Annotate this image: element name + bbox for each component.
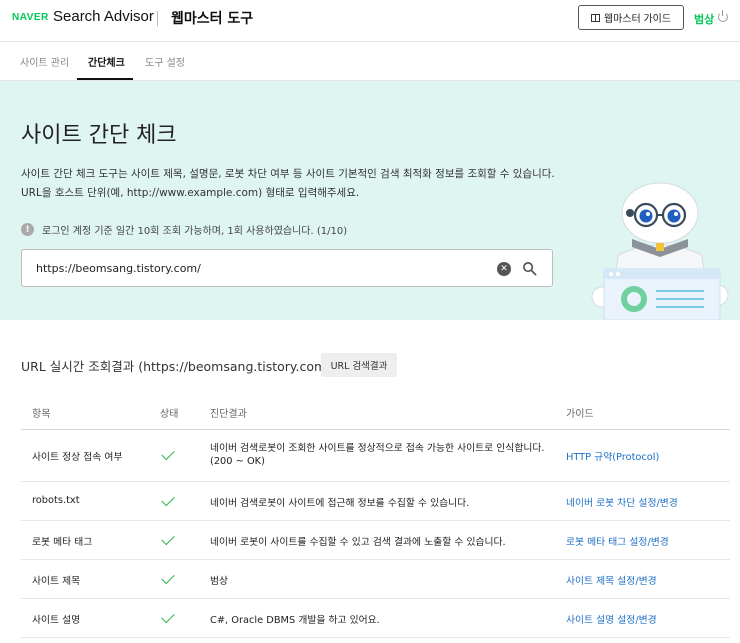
row-result-line-1: 네이버 검색로봇이 조회한 사이트를 정상적으로 접속 가능한 사이트로 인식합… xyxy=(210,443,545,454)
row-guide-link[interactable]: 사이트 제목 설정/변경 xyxy=(566,573,657,587)
table-row: 사이트 제목 범상 사이트 제목 설정/변경 xyxy=(21,560,730,599)
naver-logo[interactable]: NAVER xyxy=(12,12,49,23)
column-header-status: 상태 xyxy=(160,409,179,420)
main-tabs: 사이트 관리 간단체크 도구 설정 xyxy=(0,42,740,81)
page-title: 사이트 간단 체크 xyxy=(21,123,177,148)
table-row: 로봇 메타 태그 네이버 로봇이 사이트를 수집할 수 있고 검색 결과에 노출… xyxy=(21,521,730,560)
tab-tool-settings[interactable]: 도구 설정 xyxy=(145,54,185,69)
usage-notice-text: 로그인 계정 기준 일간 10회 조회 가능하며, 1회 사용하였습니다. (1… xyxy=(42,226,348,237)
column-header-item: 항목 xyxy=(32,409,51,420)
row-item: 로봇 메타 태그 xyxy=(32,537,93,548)
usage-notice: ! 로그인 계정 기준 일간 10회 조회 가능하며, 1회 사용하였습니다. … xyxy=(21,222,347,237)
webmaster-guide-button[interactable]: 웹마스터 가이드 xyxy=(578,5,684,30)
search-icon[interactable] xyxy=(522,261,537,276)
row-result-line-1: 범상 xyxy=(210,576,229,587)
logout-power-icon[interactable] xyxy=(718,10,728,22)
row-guide-link[interactable]: 사이트 설명 설정/변경 xyxy=(566,612,657,626)
row-guide-link[interactable]: 네이버 로봇 차단 설정/변경 xyxy=(566,495,678,509)
description-line-2: URL을 호스트 단위(예, http://www.example.com) 형… xyxy=(21,187,360,199)
row-item: 사이트 제목 xyxy=(32,576,81,587)
check-icon xyxy=(161,531,175,546)
url-input[interactable] xyxy=(36,259,476,277)
column-header-diagnosis: 진단결과 xyxy=(210,409,247,420)
active-tab-indicator xyxy=(77,78,133,80)
url-search-result-button[interactable]: URL 검색결과 xyxy=(321,353,397,377)
tab-simple-check[interactable]: 간단체크 xyxy=(88,54,125,69)
table-row: 사이트 설명 C#, Oracle DBMS 개발을 하고 있어요. 사이트 설… xyxy=(21,599,730,638)
info-icon: ! xyxy=(21,223,34,236)
row-result-line-1: C#, Oracle DBMS 개발을 하고 있어요. xyxy=(210,615,380,626)
webmaster-guide-label: 웹마스터 가이드 xyxy=(603,14,672,25)
row-item: 사이트 설명 xyxy=(32,615,81,626)
row-result-line-2: (200 ~ OK) xyxy=(210,456,265,467)
hero-section: 사이트 간단 체크 사이트 간단 체크 도구는 사이트 제목, 설명문, 로봇 … xyxy=(0,81,740,320)
brand-divider xyxy=(157,11,158,26)
table-row: 사이트 정상 접속 여부 네이버 검색로봇이 조회한 사이트를 정상적으로 접속… xyxy=(21,430,730,482)
table-row: robots.txt 네이버 검색로봇이 사이트에 접근해 정보를 수집할 수 … xyxy=(21,482,730,521)
row-item: 사이트 정상 접속 여부 xyxy=(32,452,123,463)
user-name[interactable]: 범상 xyxy=(694,11,714,27)
column-header-guide: 가이드 xyxy=(566,409,594,420)
check-icon xyxy=(161,609,175,624)
clear-icon[interactable]: ✕ xyxy=(497,262,511,276)
brand-subtitle[interactable]: 웹마스터 도구 xyxy=(171,8,253,28)
robot-illustration xyxy=(591,182,729,320)
page-description: 사이트 간단 체크 도구는 사이트 제목, 설명문, 로봇 차단 여부 등 사이… xyxy=(21,165,555,203)
row-item: robots.txt xyxy=(32,495,80,506)
results-heading: URL 실시간 조회결과 (https://beomsang.tistory.c… xyxy=(21,359,336,374)
check-icon xyxy=(161,570,175,585)
row-result-line-1: 네이버 검색로봇이 사이트에 접근해 정보를 수집할 수 있습니다. xyxy=(210,498,470,509)
book-icon xyxy=(590,13,600,22)
row-guide-link[interactable]: HTTP 규약(Protocol) xyxy=(566,449,659,463)
url-search-box: ✕ xyxy=(21,249,553,287)
row-guide-link[interactable]: 로봇 메타 태그 설정/변경 xyxy=(566,534,669,548)
results-table: 항목 상태 진단결과 가이드 사이트 정상 접속 여부 네이버 검색로봇이 조회… xyxy=(21,394,730,638)
table-header-row: 항목 상태 진단결과 가이드 xyxy=(21,394,730,430)
check-icon xyxy=(161,446,175,461)
description-line-1: 사이트 간단 체크 도구는 사이트 제목, 설명문, 로봇 차단 여부 등 사이… xyxy=(21,168,555,180)
row-result-line-1: 네이버 로봇이 사이트를 수집할 수 있고 검색 결과에 노출할 수 있습니다. xyxy=(210,537,506,548)
tab-site-management[interactable]: 사이트 관리 xyxy=(20,54,69,69)
top-header: NAVER Search Advisor 웹마스터 도구 웹마스터 가이드 범상 xyxy=(0,0,740,42)
brand-title[interactable]: Search Advisor xyxy=(53,8,154,25)
check-icon xyxy=(161,492,175,507)
